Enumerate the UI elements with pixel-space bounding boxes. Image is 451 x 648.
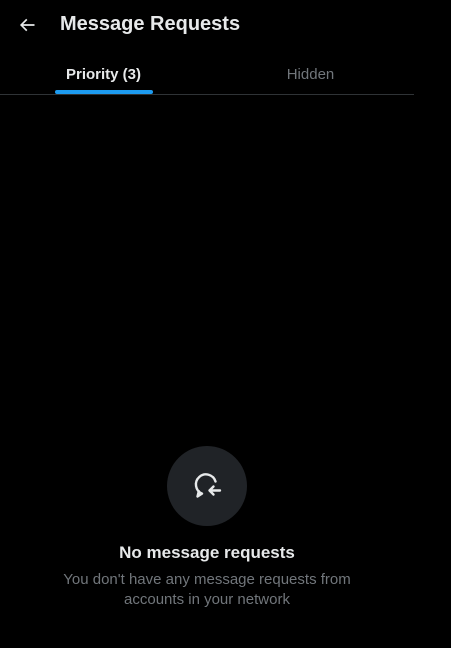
tab-hidden-label: Hidden [286,66,335,83]
empty-state-description: You don't have any message requests from… [63,571,351,608]
active-tab-indicator [54,90,153,94]
header: Message Requests [0,0,414,50]
arrow-left-icon [19,18,35,32]
tab-priority[interactable]: Priority (3) [0,56,207,94]
message-request-icon [194,473,222,498]
empty-icon-circle [167,446,247,526]
tab-bar: Priority (3) Hidden [0,56,414,95]
back-button[interactable] [10,8,44,42]
tab-priority-label: Priority (3) [65,66,141,83]
page-title: Message Requests [60,13,241,35]
tab-hidden[interactable]: Hidden [207,56,414,94]
empty-state-title: No message requests [119,543,295,562]
empty-state: No message requests You don't have any m… [0,446,414,610]
